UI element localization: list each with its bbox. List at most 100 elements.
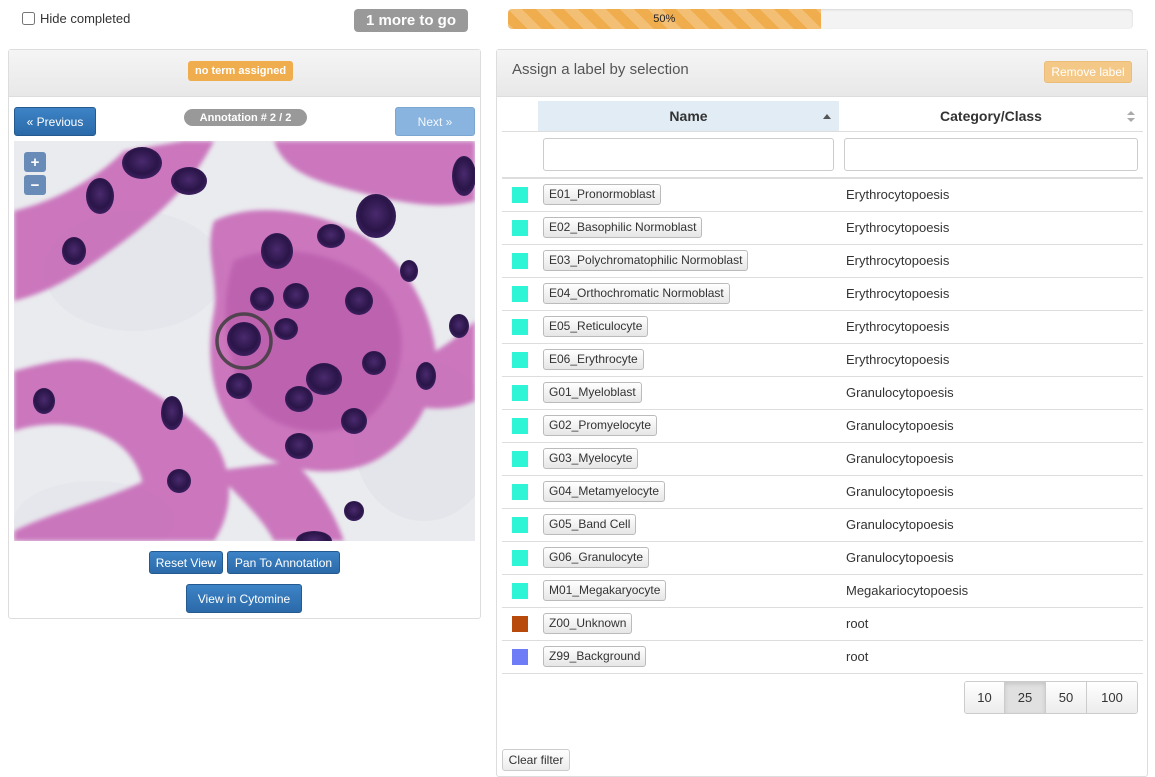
term-category-cell: Erythrocytopoesis — [839, 244, 1143, 278]
term-color-cell — [502, 541, 538, 575]
term-category-cell: Erythrocytopoesis — [839, 310, 1143, 344]
table-row[interactable]: E03_Polychromatophilic Normoblast Erythro… — [502, 244, 1143, 278]
progress-bar: 50% — [508, 9, 1133, 29]
term-name-cell: G06_Granulocyte — [538, 541, 839, 575]
term-label[interactable]: E04_Orthochromatic Normoblast — [543, 283, 730, 304]
hide-completed-checkbox[interactable] — [22, 12, 35, 25]
name-column-header[interactable]: Name — [538, 101, 839, 132]
term-label[interactable]: G05_Band Cell — [543, 514, 637, 535]
progress-label: 50% — [653, 13, 676, 25]
table-row[interactable]: M01_Megakaryocyte Megakariocytopoesis — [502, 574, 1143, 608]
term-label[interactable]: G03_Myelocyte — [543, 448, 639, 469]
term-label[interactable]: E02_Basophilic Normoblast — [543, 217, 703, 238]
term-name-cell: Z99_Background — [538, 640, 839, 674]
table-row[interactable]: G04_Metamyelocyte Granulocytopoesis — [502, 475, 1143, 509]
term-name-cell: E04_Orthochromatic Normoblast — [538, 277, 839, 311]
zoom-in-button[interactable]: + — [24, 152, 46, 172]
term-label[interactable]: M01_Megakaryocyte — [543, 580, 667, 601]
page-size-option[interactable]: 100 — [1087, 682, 1137, 713]
name-filter-input[interactable] — [543, 137, 834, 171]
term-color-cell — [502, 277, 538, 311]
category-column-header[interactable]: Category/Class — [839, 101, 1143, 132]
table-row[interactable]: E01_Pronormoblast Erythrocytopoesis — [502, 178, 1143, 212]
page-size-option[interactable]: 25 — [1005, 682, 1046, 713]
term-name-cell: E02_Basophilic Normoblast — [538, 211, 839, 245]
label-panel-header: Assign a label by selection Remove label — [497, 50, 1147, 97]
image-viewer[interactable]: + − — [14, 141, 475, 541]
term-color-swatch — [512, 549, 528, 566]
term-color-swatch — [512, 384, 528, 401]
zoom-out-button[interactable]: − — [24, 175, 46, 195]
term-label[interactable]: G04_Metamyelocyte — [543, 481, 666, 502]
term-color-cell — [502, 409, 538, 443]
term-name-cell: E06_Erythrocyte — [538, 343, 839, 377]
term-color-cell — [502, 310, 538, 344]
view-in-cytomine-button[interactable]: View in Cytomine — [186, 584, 302, 613]
term-label[interactable]: E01_Pronormoblast — [543, 184, 662, 206]
term-category-cell: root — [839, 607, 1143, 641]
page-size-selector: 10 25 50 100 — [964, 681, 1138, 714]
category-filter-input[interactable] — [844, 137, 1138, 171]
term-label[interactable]: E06_Erythrocyte — [543, 349, 644, 370]
table-row[interactable]: E05_Reticulocyte Erythrocytopoesis — [502, 310, 1143, 344]
term-color-cell — [502, 640, 538, 674]
pan-to-annotation-button[interactable]: Pan To Annotation — [227, 551, 340, 574]
term-label[interactable]: G02_Promyelocyte — [543, 415, 658, 436]
table-row[interactable]: G05_Band Cell Granulocytopoesis — [502, 508, 1143, 542]
next-button[interactable]: Next » — [395, 107, 475, 136]
term-name-cell: E01_Pronormoblast — [538, 178, 839, 212]
page-size-option[interactable]: 50 — [1046, 682, 1087, 713]
term-color-cell — [502, 178, 538, 212]
term-color-swatch — [512, 450, 528, 467]
reset-view-button[interactable]: Reset View — [149, 551, 223, 574]
table-row[interactable]: Z99_Background root — [502, 640, 1143, 674]
term-category-cell: Granulocytopoesis — [839, 442, 1143, 476]
term-category-cell: Granulocytopoesis — [839, 541, 1143, 575]
term-label[interactable]: Z99_Background — [543, 646, 647, 667]
term-color-swatch — [512, 417, 528, 434]
term-color-swatch — [512, 483, 528, 500]
table-row[interactable]: E02_Basophilic Normoblast Erythrocytopoes… — [502, 211, 1143, 245]
term-category-cell: Erythrocytopoesis — [839, 343, 1143, 377]
term-name-cell: G05_Band Cell — [538, 508, 839, 542]
term-color-swatch — [512, 318, 528, 335]
term-status-badge: no term assigned — [188, 61, 294, 81]
remove-label-button[interactable]: Remove label — [1044, 61, 1132, 83]
term-name-cell: G03_Myelocyte — [538, 442, 839, 476]
clear-filter-button[interactable]: Clear filter — [502, 749, 570, 771]
term-name-cell: G02_Promyelocyte — [538, 409, 839, 443]
hide-completed-toggle[interactable]: Hide completed — [22, 11, 130, 26]
table-row[interactable]: E06_Erythrocyte Erythrocytopoesis — [502, 343, 1143, 377]
hide-completed-label: Hide completed — [40, 11, 131, 26]
terms-table: Name Category/Class E01_Pronormoblast Ery… — [502, 101, 1143, 674]
remaining-badge: 1 more to go — [354, 9, 468, 32]
term-label[interactable]: E05_Reticulocyte — [543, 316, 649, 337]
table-row[interactable]: G06_Granulocyte Granulocytopoesis — [502, 541, 1143, 575]
annotation-counter: Annotation # 2 / 2 — [184, 109, 307, 126]
table-row[interactable]: Z00_Unknown root — [502, 607, 1143, 641]
term-color-swatch — [512, 351, 528, 368]
page-size-option[interactable]: 10 — [965, 682, 1005, 713]
term-label[interactable]: G06_Granulocyte — [543, 547, 650, 568]
term-color-cell — [502, 211, 538, 245]
table-row[interactable]: G02_Promyelocyte Granulocytopoesis — [502, 409, 1143, 443]
term-label[interactable]: Z00_Unknown — [543, 613, 633, 634]
term-label[interactable]: G01_Myeloblast — [543, 382, 642, 403]
term-name-cell: G04_Metamyelocyte — [538, 475, 839, 509]
table-row[interactable]: G01_Myeloblast Granulocytopoesis — [502, 376, 1143, 410]
annotation-panel-header: no term assigned — [9, 50, 480, 97]
term-label[interactable]: E03_Polychromatophilic Normoblast — [543, 250, 749, 271]
table-row[interactable]: G03_Myelocyte Granulocytopoesis — [502, 442, 1143, 476]
term-color-swatch — [512, 252, 528, 269]
term-color-cell — [502, 343, 538, 377]
name-column-label: Name — [669, 107, 708, 124]
term-category-cell: Granulocytopoesis — [839, 409, 1143, 443]
table-row[interactable]: E04_Orthochromatic Normoblast Erythrocyto… — [502, 277, 1143, 311]
term-name-cell: G01_Myeloblast — [538, 376, 839, 410]
previous-button[interactable]: « Previous — [14, 107, 96, 136]
term-color-cell — [502, 607, 538, 641]
label-panel-title: Assign a label by selection — [512, 61, 689, 78]
term-color-swatch — [512, 582, 528, 599]
filter-spacer — [502, 131, 538, 179]
term-color-swatch — [512, 615, 528, 632]
